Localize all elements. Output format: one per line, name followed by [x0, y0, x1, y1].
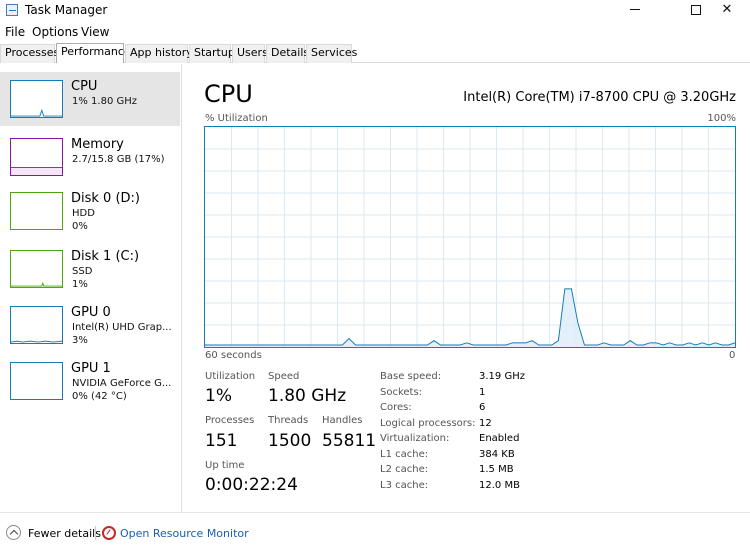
footer-divider — [95, 526, 96, 540]
handles-label: Handles — [322, 415, 363, 426]
resource-sidebar: CPU 1% 1.80 GHz Memory 2.7/15.8 GB (17%)… — [0, 64, 182, 512]
sidebar-item-model: NVIDIA GeForce G... — [72, 378, 172, 389]
cpu-graph-svg — [205, 127, 735, 347]
sidebar-item-type: SSD — [72, 266, 93, 277]
gpu-1-thumbnail-graph — [10, 362, 63, 400]
spec-value: 1.5 MB — [479, 464, 514, 475]
tab-bar: Processes Performance App history Startu… — [0, 43, 750, 63]
minimize-icon — [630, 9, 640, 10]
tab-users[interactable]: Users — [232, 44, 268, 63]
spec-value: 6 — [479, 402, 486, 413]
window-title: Task Manager — [25, 3, 108, 17]
threads-value: 1500 — [268, 431, 312, 451]
cpu-utilization-graph — [204, 126, 736, 348]
sidebar-item-detail: 1% 1.80 GHz — [72, 96, 138, 107]
sidebar-item-detail: 2.7/15.8 GB (17%) — [72, 154, 165, 165]
sidebar-item-gpu-1[interactable]: GPU 1 NVIDIA GeForce G... 0% (42 °C) — [0, 354, 180, 408]
sidebar-item-name: GPU 0 — [71, 305, 111, 320]
sidebar-item-name: Disk 0 (D:) — [71, 191, 140, 206]
tab-processes[interactable]: Processes — [0, 44, 59, 63]
cpu-thumbnail-graph — [10, 80, 63, 118]
spec-label: Base speed: — [380, 371, 442, 382]
sidebar-item-name: GPU 1 — [71, 361, 111, 376]
menu-view[interactable]: View — [81, 25, 109, 39]
sidebar-item-name: Disk 1 (C:) — [71, 249, 140, 264]
minimize-button[interactable] — [612, 0, 658, 22]
uptime-value: 0:00:22:24 — [205, 475, 298, 495]
cpu-model-name: Intel(R) Core(TM) i7-8700 CPU @ 3.20GHz — [463, 90, 736, 105]
graph-time-end: 0 — [729, 350, 736, 361]
tab-startup[interactable]: Startup — [189, 44, 235, 63]
page-title: CPU — [204, 80, 253, 108]
maximize-icon — [691, 4, 701, 15]
spec-value: 384 KB — [479, 449, 515, 460]
spec-label: L3 cache: — [380, 480, 429, 491]
spec-label: L2 cache: — [380, 464, 429, 475]
sidebar-item-type: HDD — [72, 208, 95, 219]
spec-value: 1 — [479, 387, 486, 398]
threads-label: Threads — [268, 415, 309, 426]
uptime-label: Up time — [205, 460, 245, 471]
sidebar-item-usage: 1% — [72, 279, 88, 290]
sidebar-item-cpu[interactable]: CPU 1% 1.80 GHz — [0, 72, 180, 126]
tab-services[interactable]: Services — [306, 44, 357, 63]
disk-0-thumbnail-graph — [10, 192, 63, 230]
disk-1-thumbnail-graph — [10, 250, 63, 288]
spec-value: 12.0 MB — [479, 480, 520, 491]
tab-performance[interactable]: Performance — [56, 43, 131, 63]
processes-label: Processes — [205, 415, 255, 426]
speed-value: 1.80 GHz — [268, 386, 347, 406]
sidebar-item-name: CPU — [71, 79, 98, 94]
spec-label: L1 cache: — [380, 449, 429, 460]
close-button[interactable]: ✕ — [704, 0, 750, 22]
sidebar-item-usage: 0% — [72, 221, 88, 232]
graph-time-span: 60 seconds — [205, 350, 262, 361]
sidebar-item-usage: 3% — [72, 335, 88, 346]
gpu-0-thumbnail-graph — [10, 306, 63, 344]
title-bar: Task Manager ✕ — [0, 0, 750, 22]
chevron-up-icon[interactable] — [6, 525, 21, 540]
sidebar-item-memory[interactable]: Memory 2.7/15.8 GB (17%) — [0, 130, 180, 184]
handles-value: 55811 — [322, 431, 377, 451]
sidebar-item-name: Memory — [71, 137, 124, 152]
sidebar-item-gpu-0[interactable]: GPU 0 Intel(R) UHD Grap... 3% — [0, 298, 180, 352]
spec-value: 3.19 GHz — [479, 371, 525, 382]
speed-label: Speed — [268, 371, 300, 382]
utilization-value: 1% — [205, 386, 232, 406]
sidebar-item-disk-0[interactable]: Disk 0 (D:) HDD 0% — [0, 184, 180, 238]
task-manager-app-icon — [6, 4, 18, 16]
menu-file[interactable]: File — [5, 25, 25, 39]
sidebar-item-disk-1[interactable]: Disk 1 (C:) SSD 1% — [0, 242, 180, 296]
menu-options[interactable]: Options — [32, 25, 78, 39]
graph-max-label: 100% — [707, 113, 736, 124]
open-resource-monitor-link[interactable]: Open Resource Monitor — [120, 527, 249, 540]
spec-label: Cores: — [380, 402, 412, 413]
tab-app-history[interactable]: App history — [125, 44, 193, 63]
spec-label: Virtualization: — [380, 433, 450, 444]
utilization-label: Utilization — [205, 371, 256, 382]
memory-thumbnail-graph — [10, 138, 63, 176]
resource-monitor-icon[interactable] — [102, 526, 116, 540]
spec-label: Sockets: — [380, 387, 423, 398]
sidebar-item-usage: 0% (42 °C) — [72, 391, 127, 402]
sidebar-item-model: Intel(R) UHD Grap... — [72, 322, 172, 333]
tab-details[interactable]: Details — [266, 44, 309, 63]
graph-y-label: % Utilization — [205, 113, 268, 124]
close-icon: ✕ — [721, 2, 733, 17]
fewer-details-link[interactable]: Fewer details — [28, 527, 101, 540]
spec-label: Logical processors: — [380, 418, 476, 429]
processes-value: 151 — [205, 431, 238, 451]
spec-value: Enabled — [479, 433, 520, 444]
graph-grid — [205, 127, 735, 347]
spec-value: 12 — [479, 418, 492, 429]
